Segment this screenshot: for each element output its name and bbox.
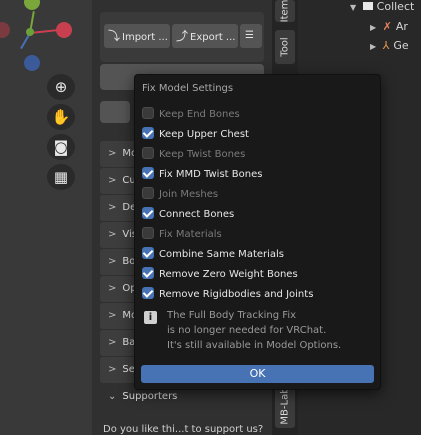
chevron-right-icon: > bbox=[108, 310, 117, 321]
checkbox-checked[interactable] bbox=[142, 247, 154, 259]
option-row[interactable]: Keep End Bones bbox=[142, 107, 240, 123]
option-label: Fix Materials bbox=[159, 229, 222, 240]
option-row[interactable]: Fix Materials bbox=[142, 227, 222, 243]
option-row[interactable]: Keep Twist Bones bbox=[142, 147, 245, 163]
perspective-grid-icon[interactable]: ▦ bbox=[47, 164, 75, 190]
tab-mb-lab[interactable]: MB-Lab bbox=[275, 384, 295, 428]
3d-viewport[interactable]: ⊕ ✋ ◙ ▦ bbox=[0, 0, 92, 435]
gizmo-x-ball[interactable] bbox=[56, 22, 72, 38]
outliner-collection-row[interactable]: ▼ Collect bbox=[350, 0, 414, 16]
ok-button[interactable]: OK bbox=[141, 365, 374, 383]
export-button[interactable]: ⤴ Export ... bbox=[172, 24, 238, 48]
checkbox-unchecked[interactable] bbox=[142, 107, 154, 119]
chevron-right-icon: > bbox=[108, 229, 117, 240]
checkbox-checked[interactable] bbox=[142, 207, 154, 219]
option-row[interactable]: Fix MMD Twist Bones bbox=[142, 167, 262, 183]
option-label: Remove Zero Weight Bones bbox=[159, 269, 298, 280]
menu-button[interactable]: ☰ bbox=[240, 24, 262, 48]
option-label: Keep End Bones bbox=[159, 109, 240, 120]
info-line-3: It's still available in Model Options. bbox=[167, 340, 342, 351]
hamburger-icon: ☰ bbox=[245, 30, 254, 41]
gizmo-neg-x-ball[interactable] bbox=[0, 22, 10, 38]
option-label: Connect Bones bbox=[159, 209, 235, 220]
popup-title: Fix Model Settings bbox=[142, 83, 234, 94]
chevron-right-icon: > bbox=[108, 175, 117, 186]
gizmo-y-ball[interactable] bbox=[24, 0, 40, 10]
checkbox-checked[interactable] bbox=[142, 167, 154, 179]
chevron-right-icon: > bbox=[108, 337, 117, 348]
option-row[interactable]: Remove Rigidbodies and Joints bbox=[142, 287, 313, 303]
chevron-down-icon: ⌄ bbox=[108, 391, 117, 402]
option-row[interactable]: Keep Upper Chest bbox=[142, 127, 249, 143]
armature-icon: ✗ bbox=[382, 20, 392, 33]
option-label: Combine Same Materials bbox=[159, 249, 285, 260]
option-label: Keep Upper Chest bbox=[159, 129, 249, 140]
option-label: Remove Rigidbodies and Joints bbox=[159, 289, 314, 300]
chevron-right-icon: > bbox=[108, 202, 117, 213]
option-label: Keep Twist Bones bbox=[159, 149, 246, 160]
checkbox-checked[interactable] bbox=[142, 267, 154, 279]
outliner-armature-row[interactable]: ▶ ✗ Ar bbox=[370, 18, 408, 36]
tab-item[interactable]: Item bbox=[275, 0, 295, 22]
option-label: Join Meshes bbox=[159, 189, 219, 200]
expand-right-icon: ▶ bbox=[370, 23, 377, 32]
chevron-right-icon: > bbox=[108, 148, 117, 159]
option-row[interactable]: Remove Zero Weight Bones bbox=[142, 267, 298, 283]
chevron-right-icon: > bbox=[108, 283, 117, 294]
expand-right-icon: ▶ bbox=[370, 42, 377, 51]
zoom-icon[interactable]: ⊕ bbox=[47, 74, 75, 100]
chevron-right-icon: > bbox=[108, 364, 117, 375]
checkbox-unchecked[interactable] bbox=[142, 147, 154, 159]
tab-tool[interactable]: Tool bbox=[275, 30, 295, 64]
gizmo-center bbox=[26, 28, 34, 36]
collection-icon bbox=[362, 2, 373, 10]
pan-hand-icon[interactable]: ✋ bbox=[47, 104, 75, 130]
outliner-mesh-row[interactable]: ▶ ⅄ Ge bbox=[370, 37, 409, 55]
gizmo-z-ball[interactable] bbox=[24, 55, 40, 71]
option-row[interactable]: Connect Bones bbox=[142, 207, 234, 223]
mesh-icon: ⅄ bbox=[382, 39, 390, 52]
option-row[interactable]: Join Meshes bbox=[142, 187, 218, 203]
option-label: Fix MMD Twist Bones bbox=[159, 169, 263, 180]
option-row[interactable]: Combine Same Materials bbox=[142, 247, 284, 263]
info-line-2: is no longer needed for VRChat. bbox=[167, 325, 327, 336]
secondary-row[interactable] bbox=[100, 101, 130, 123]
checkbox-checked[interactable] bbox=[142, 287, 154, 299]
chevron-right-icon: > bbox=[108, 256, 117, 267]
info-icon: i bbox=[144, 311, 157, 324]
checkbox-unchecked[interactable] bbox=[142, 227, 154, 239]
expand-down-icon: ▼ bbox=[350, 3, 357, 12]
checkbox-checked[interactable] bbox=[142, 127, 154, 139]
camera-icon[interactable]: ◙ bbox=[47, 134, 75, 160]
support-text: Do you like thi...t to support us? bbox=[103, 424, 264, 435]
fix-model-settings-popup: Fix Model Settings Keep End Bones Keep Up… bbox=[134, 74, 381, 390]
import-button[interactable]: ⤵ Import ... bbox=[104, 24, 170, 48]
import-icon: ⤵ bbox=[108, 29, 121, 43]
export-icon: ⤴ bbox=[176, 29, 189, 43]
checkbox-unchecked[interactable] bbox=[142, 187, 154, 199]
info-line-1: The Full Body Tracking Fix bbox=[167, 310, 297, 321]
